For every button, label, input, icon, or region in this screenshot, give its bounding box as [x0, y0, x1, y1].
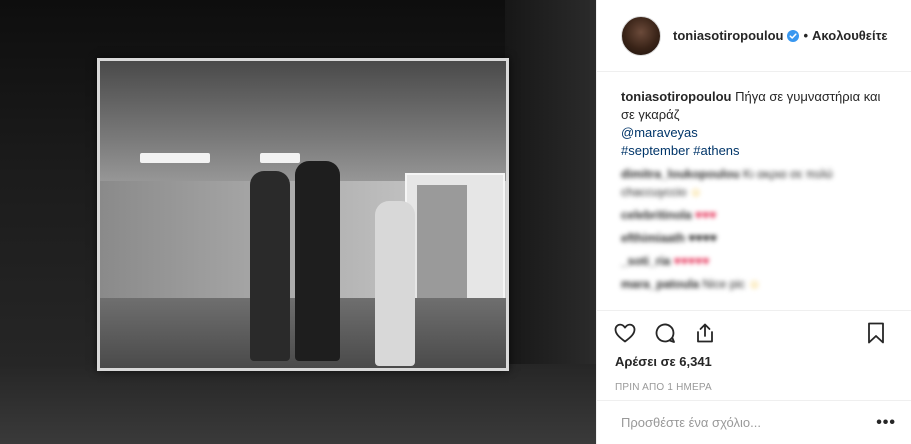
black-hearts-emoji-icon: ♥♥♥♥ — [688, 231, 717, 245]
comment-username[interactable]: dimitra_loukopoulou — [621, 167, 740, 181]
scene-ceiling-light — [140, 153, 210, 163]
avatar[interactable] — [621, 15, 661, 56]
comment-text: Nice pic — [702, 277, 746, 291]
comment-username[interactable]: celebritinola — [621, 208, 692, 222]
header-separator: • — [803, 28, 809, 43]
caption-mention-link[interactable]: @maraveyas — [621, 124, 888, 142]
red-hearts-emoji-icon: ♥♥♥ — [695, 208, 717, 222]
post-header: toniasotiropoulou • Ακολουθείτε — [597, 0, 911, 72]
verified-badge-icon — [787, 29, 800, 42]
scene-ceiling-light — [260, 153, 300, 163]
scene-person-woman — [250, 171, 290, 361]
more-options-icon[interactable]: ••• — [876, 414, 896, 432]
photo-picture-frame — [97, 58, 509, 371]
comment-username[interactable]: efthimiaath — [621, 231, 685, 245]
smile-emoji-icon: ☺ — [748, 277, 761, 291]
action-icons-bar — [613, 313, 896, 353]
comment-icon — [655, 323, 675, 343]
comment-item: _soti_ria ♥♥♥♥♥ — [621, 252, 888, 270]
post-photo[interactable] — [0, 0, 596, 444]
comment-username[interactable]: mara_patoula — [621, 277, 699, 291]
instagram-post: toniasotiropoulou • Ακολουθείτε toniasot… — [0, 0, 911, 444]
post-timestamp[interactable]: ΠΡΙΝ ΑΠΟ 1 ΗΜΕΡΑ — [613, 382, 896, 393]
comment-item: celebritinola ♥♥♥ — [621, 206, 888, 224]
add-comment-section: ••• — [597, 400, 911, 444]
share-icon — [697, 323, 713, 343]
scene-person-man — [295, 161, 340, 361]
heart-icon — [614, 323, 636, 343]
likes-count[interactable]: Αρέσει σε 6,341 — [613, 353, 896, 371]
comment-item: dimitra_loukopoulou Κι ακρια σε πολύ cha… — [621, 165, 888, 201]
caption-hashtags-link[interactable]: #september #athens — [621, 142, 888, 160]
comment-item: efthimiaath ♥♥♥♥ — [621, 229, 888, 247]
save-button[interactable] — [856, 313, 896, 353]
photo-floor — [0, 364, 596, 444]
comment-username[interactable]: _soti_ria — [621, 254, 670, 268]
add-comment-input[interactable] — [621, 415, 877, 430]
comments-section: toniasotiropoulou Πήγα σε γυμναστήρια κα… — [597, 72, 911, 310]
caption-username[interactable]: toniasotiropoulou — [621, 89, 731, 104]
comment-item: mara_patoula Nice pic ☺ — [621, 275, 888, 293]
bookmark-icon — [868, 322, 884, 344]
comment-button[interactable] — [645, 313, 685, 353]
following-button[interactable]: Ακολουθείτε — [812, 28, 888, 43]
post-caption: toniasotiropoulou Πήγα σε γυμναστήρια κα… — [621, 88, 888, 124]
header-username[interactable]: toniasotiropoulou — [673, 28, 783, 43]
post-sidebar: toniasotiropoulou • Ακολουθείτε toniasot… — [596, 0, 911, 444]
smile-emoji-icon: ☺ — [689, 185, 702, 199]
header-text: toniasotiropoulou • Ακολουθείτε — [673, 28, 888, 43]
like-button[interactable] — [605, 313, 645, 353]
red-hearts-emoji-icon: ♥♥♥♥♥ — [673, 254, 710, 268]
share-button[interactable] — [685, 313, 725, 353]
scene-person-background — [375, 201, 415, 366]
